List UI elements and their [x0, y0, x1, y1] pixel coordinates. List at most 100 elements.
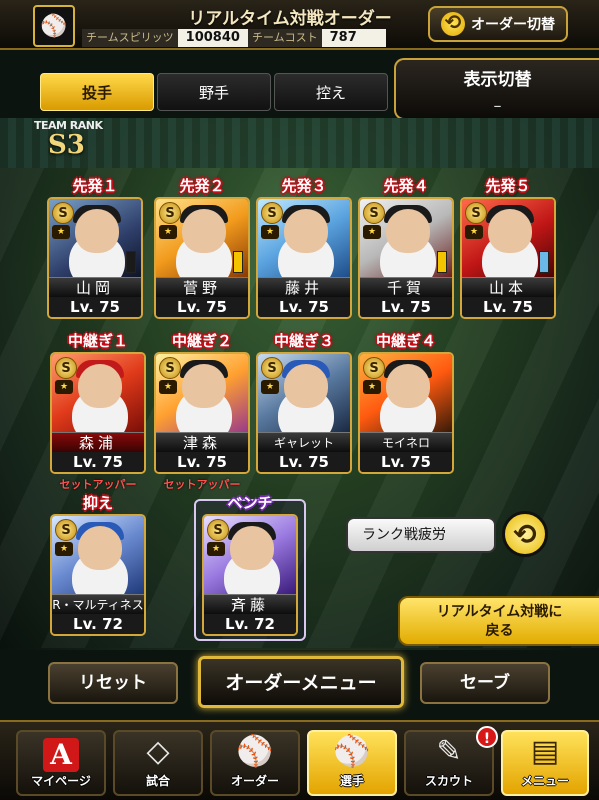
- slot-label: 中継ぎ１: [67, 332, 128, 350]
- slot-label: 抑え: [82, 494, 113, 512]
- player-card[interactable]: S ★ 菅野 Lv. 75: [154, 197, 250, 319]
- role-note: セットアッパー: [59, 478, 137, 491]
- rank-badge: S: [55, 519, 77, 541]
- rank-fatigue-button[interactable]: ランク戦疲労: [346, 517, 496, 553]
- starter-slot-3[interactable]: 先発３ S ★ 藤井 Lv. 75: [256, 175, 352, 319]
- player-name: 山岡: [49, 277, 141, 297]
- nav-label: マイページ: [31, 774, 91, 788]
- rank-badge: S: [159, 357, 181, 379]
- player-level: Lv. 75: [52, 452, 144, 472]
- player-card[interactable]: S ★ 津森 Lv. 75: [154, 352, 250, 474]
- rank-badge: S: [363, 357, 385, 379]
- star-icon: ★: [207, 542, 225, 556]
- cost-value: 787: [321, 29, 386, 47]
- player-name: モイネロ: [360, 432, 452, 452]
- save-button[interactable]: セーブ: [420, 662, 550, 704]
- diamond-icon: ◇: [146, 734, 170, 769]
- nav-players[interactable]: ⚾ 選手: [307, 730, 397, 796]
- order-switch-button[interactable]: オーダー切替: [428, 6, 568, 42]
- nav-mypage[interactable]: A マイページ: [16, 730, 106, 796]
- action-bar: リセット オーダーメニュー セーブ: [0, 656, 599, 718]
- reliever-slot-1[interactable]: 中継ぎ１ S ★ 森浦 Lv. 75 セットアッパー: [50, 330, 146, 492]
- slot-label: 中継ぎ４: [375, 332, 436, 350]
- nav-label: スカウト: [424, 774, 473, 788]
- player-card[interactable]: S ★ 斉藤 Lv. 72: [202, 514, 298, 636]
- slot-label: ベンチ: [227, 494, 273, 512]
- spirit-label: チームスピリッツ: [82, 29, 178, 47]
- order-menu-button[interactable]: オーダーメニュー: [198, 656, 404, 708]
- slot-label: 先発１: [72, 177, 118, 195]
- player-icon: ⚾: [333, 734, 371, 769]
- player-level: Lv. 72: [52, 614, 144, 634]
- fatigue-cycle-icon[interactable]: ⟲: [502, 511, 548, 557]
- star-icon: ★: [363, 380, 381, 394]
- bottom-navigation: A マイページ ◇ 試合 ⚾ オーダー ⚾ 選手 ✎ スカウト ! ▤ メニュー: [0, 720, 599, 800]
- player-card[interactable]: S ★ モイネロ Lv. 75: [358, 352, 454, 474]
- return-label-1: リアルタイム対戦に: [436, 604, 563, 620]
- starter-slot-5[interactable]: 先発５ S ★ 山本 Lv. 75: [460, 175, 556, 319]
- player-level: Lv. 75: [258, 297, 350, 317]
- reliever-slot-3[interactable]: 中継ぎ３ S ★ ギャレット Lv. 75: [256, 330, 352, 474]
- return-label-2: 戻る: [485, 623, 514, 639]
- player-level: Lv. 75: [156, 297, 248, 317]
- star-icon: ★: [55, 380, 73, 394]
- display-toggle-label: 表示切替: [463, 70, 532, 90]
- player-card[interactable]: S ★ 山岡 Lv. 75: [47, 197, 143, 319]
- player-name: 斉藤: [204, 594, 296, 614]
- player-level: Lv. 75: [258, 452, 350, 472]
- player-level: Lv. 75: [156, 452, 248, 472]
- closer-slot[interactable]: 抑え S ★ R・マルティネス Lv. 72: [50, 492, 146, 636]
- players-icon: ⚾: [236, 734, 274, 769]
- team-rank-value: S3: [48, 130, 85, 160]
- star-icon: ★: [261, 225, 279, 239]
- star-icon: ★: [465, 225, 483, 239]
- tab-pitcher[interactable]: 投手: [40, 73, 154, 111]
- bench-slot[interactable]: ベンチ S ★ 斉藤 Lv. 72: [202, 492, 298, 636]
- display-toggle-button[interactable]: 表示切替 –: [394, 58, 599, 120]
- player-card[interactable]: S ★ 森浦 Lv. 75: [50, 352, 146, 474]
- rank-badge: S: [52, 202, 74, 224]
- display-toggle-value: –: [493, 96, 502, 115]
- player-name: 津森: [156, 432, 248, 452]
- tab-fielder[interactable]: 野手: [157, 73, 271, 111]
- player-card[interactable]: S ★ 山本 Lv. 75: [460, 197, 556, 319]
- player-card[interactable]: S ★ R・マルティネス Lv. 72: [50, 514, 146, 636]
- fatigue-indicator: [437, 251, 447, 273]
- starter-slot-1[interactable]: 先発１ S ★ 山岡 Lv. 75: [47, 175, 143, 319]
- player-card[interactable]: S ★ ギャレット Lv. 75: [256, 352, 352, 474]
- star-icon: ★: [363, 225, 381, 239]
- cycle-icon: [441, 10, 465, 36]
- slot-label: 先発５: [485, 177, 531, 195]
- reliever-slot-4[interactable]: 中継ぎ４ S ★ モイネロ Lv. 75: [358, 330, 454, 474]
- reset-button[interactable]: リセット: [48, 662, 178, 704]
- star-icon: ★: [55, 542, 73, 556]
- nav-menu[interactable]: ▤ メニュー: [501, 730, 589, 796]
- nav-order[interactable]: ⚾ オーダー: [210, 730, 300, 796]
- position-tabs: 投手 野手 控え: [40, 73, 388, 111]
- star-icon: ★: [159, 380, 177, 394]
- player-level: Lv. 75: [49, 297, 141, 317]
- nav-label: 選手: [339, 774, 364, 788]
- player-name: 山本: [462, 277, 554, 297]
- player-name: ギャレット: [258, 432, 350, 452]
- fatigue-indicator: [233, 251, 243, 273]
- return-to-battle-button[interactable]: リアルタイム対戦に 戻る: [398, 596, 599, 646]
- nav-label: 試合: [145, 774, 170, 788]
- starter-slot-2[interactable]: 先発２ S ★ 菅野 Lv. 75: [154, 175, 250, 319]
- order-switch-label: オーダー切替: [471, 17, 555, 33]
- team-logo-icon: ⚾: [33, 5, 75, 47]
- player-name: 千賀: [360, 277, 452, 297]
- team-rank: TEAM RANK S3: [34, 119, 114, 160]
- starter-slot-4[interactable]: 先発４ S ★ 千賀 Lv. 75: [358, 175, 454, 319]
- rank-badge: S: [261, 202, 283, 224]
- nav-game[interactable]: ◇ 試合: [113, 730, 203, 796]
- player-card[interactable]: S ★ 藤井 Lv. 75: [256, 197, 352, 319]
- tab-reserve[interactable]: 控え: [274, 73, 388, 111]
- nav-scout[interactable]: ✎ スカウト !: [404, 726, 498, 796]
- player-card[interactable]: S ★ 千賀 Lv. 75: [358, 197, 454, 319]
- player-level: Lv. 72: [204, 614, 296, 634]
- reliever-slot-2[interactable]: 中継ぎ２ S ★ 津森 Lv. 75 セットアッパー: [154, 330, 250, 492]
- team-stats: チームスピリッツ 100840 チームコスト 787: [82, 29, 386, 47]
- player-name: 藤井: [258, 277, 350, 297]
- nav-label: メニュー: [520, 774, 569, 788]
